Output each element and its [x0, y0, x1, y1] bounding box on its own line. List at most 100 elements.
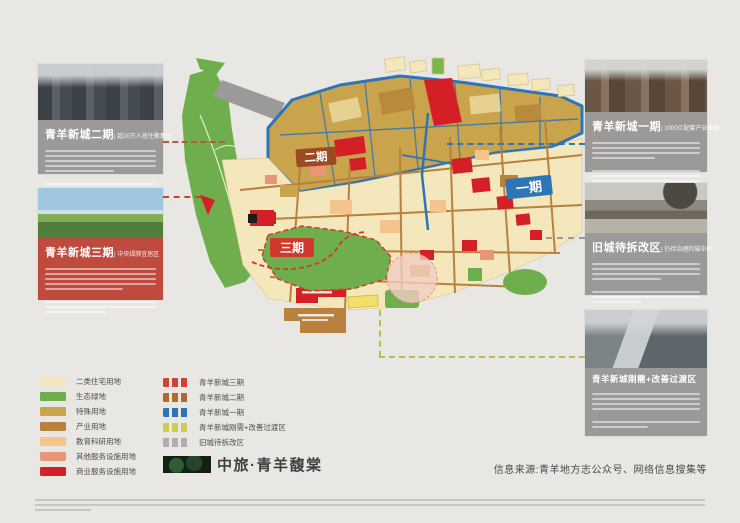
legend-landuse-row-5: 其他服务设施用地	[40, 451, 136, 461]
phase-label: 青羊新城二期	[199, 392, 244, 403]
text-line	[45, 268, 156, 270]
legend-landuse-row-1: 生态绿地	[40, 391, 106, 401]
transition-title: 青羊新城刚需+改善过渡区	[585, 368, 707, 387]
text-line	[592, 147, 700, 149]
phase2-photo	[38, 64, 163, 120]
paragraph-gap	[592, 283, 700, 288]
text-line	[592, 393, 700, 395]
phase3-body	[38, 262, 163, 324]
map-highlight-circle	[387, 253, 437, 303]
legend-landuse-row-6: 商业服务设施用地	[40, 466, 136, 476]
landuse-swatch-special	[40, 407, 66, 416]
oldtown-title: 旧城待拆改区	[592, 239, 661, 255]
text-line	[592, 278, 661, 280]
text-line	[45, 273, 156, 275]
phase3-map-label: 三期	[280, 240, 304, 255]
paragraph-gap	[592, 413, 700, 418]
legend-landuse-row-2: 特殊用地	[40, 406, 106, 416]
paragraph-gap	[592, 162, 700, 167]
text-line	[45, 301, 156, 303]
legend-landuse-row-4: 教育科研用地	[40, 436, 121, 446]
text-line	[592, 152, 700, 154]
text-line	[592, 291, 700, 293]
text-line	[592, 142, 700, 144]
source-note: 信息来源:青羊地方志公众号、网络信息搜集等	[494, 461, 707, 476]
callout-oldtown: 旧城待拆改区 | 仍待治理的城中村	[585, 183, 707, 295]
phase-swatch-2	[163, 393, 189, 402]
phase3-photo	[38, 188, 163, 238]
phase-label: 青羊新城三期	[199, 377, 244, 388]
map-industrial-parcel	[284, 308, 346, 333]
landuse-label: 生态绿地	[76, 391, 106, 402]
phase2-title: 青羊新城二期	[45, 126, 114, 142]
text-line	[45, 278, 156, 280]
text-line	[45, 288, 123, 290]
text-line	[592, 421, 700, 423]
infographic-page: 一期 二期 三期 青羊新城二期 | 超20万人居住聚集区 青羊新城三期	[0, 0, 740, 523]
landuse-swatch-residential	[40, 377, 66, 386]
landuse-swatch-green	[40, 392, 66, 401]
text-line	[45, 183, 156, 185]
phase-swatch-transition	[163, 423, 189, 432]
oldtown-subtitle: | 仍待治理的城中村	[661, 244, 712, 253]
developer-logo-text: 中旅·青羊馥棠	[217, 454, 323, 475]
landuse-label: 其他服务设施用地	[76, 451, 136, 462]
text-line	[592, 268, 700, 270]
legend-phase-row-0: 青羊新城三期	[163, 377, 244, 387]
text-line	[592, 426, 648, 428]
phase-swatch-1	[163, 408, 189, 417]
text-line	[592, 157, 655, 159]
text-line	[45, 170, 114, 172]
text-line	[592, 180, 700, 182]
callout-transition: 青羊新城刚需+改善过渡区	[585, 310, 707, 436]
planning-map: 一期 二期 三期	[170, 55, 585, 355]
phase-swatch-oldtown	[163, 438, 189, 447]
text-line	[45, 311, 106, 313]
text-line	[45, 155, 156, 157]
landuse-label: 商业服务设施用地	[76, 466, 136, 477]
connector-oldtown	[546, 237, 585, 239]
connector-transition-horizontal	[379, 356, 585, 358]
text-line	[592, 301, 641, 303]
landuse-swatch-commercial	[40, 467, 66, 476]
landuse-label: 二类住宅用地	[76, 376, 121, 387]
oldtown-body	[585, 257, 707, 314]
legend-phase-row-3: 青羊新城刚需+改善过渡区	[163, 422, 286, 432]
developer-logo-image	[163, 456, 211, 473]
landuse-label: 教育科研用地	[76, 436, 121, 447]
text-line	[592, 296, 700, 298]
text-line	[45, 283, 156, 285]
connector-phase3	[163, 196, 201, 198]
transition-photo	[585, 310, 707, 368]
phase-swatch-3	[163, 378, 189, 387]
landuse-swatch-service	[40, 452, 66, 461]
text-line	[45, 165, 156, 167]
landuse-label: 特殊用地	[76, 406, 106, 417]
phase-label: 青羊新城一期	[199, 407, 244, 418]
landuse-swatch-education	[40, 437, 66, 446]
legend-landuse-row-0: 二类住宅用地	[40, 376, 121, 386]
phase-label: 青羊新城刚需+改善过渡区	[199, 422, 286, 433]
text-line	[592, 175, 700, 177]
text-line	[592, 263, 700, 265]
text-line	[45, 160, 156, 162]
map-greenway-strip	[348, 295, 379, 308]
text-line	[592, 398, 700, 400]
phase1-title: 青羊新城一期	[592, 118, 661, 134]
legend-phase-row-4: 旧城待拆改区	[163, 437, 244, 447]
text-line	[45, 150, 156, 152]
paragraph-gap	[45, 293, 156, 298]
phase1-photo	[585, 60, 707, 112]
connector-transition-vertical	[379, 310, 381, 357]
landuse-label: 产业用地	[76, 421, 106, 432]
legend-phase-row-1: 青羊新城二期	[163, 392, 244, 402]
text-line	[45, 306, 156, 308]
text-line	[592, 273, 700, 275]
connector-phase2	[163, 141, 225, 143]
landuse-swatch-industry	[40, 422, 66, 431]
callout-phase3: 青羊新城三期 | 中央绿肺宜居区	[38, 188, 163, 300]
oldtown-photo	[585, 183, 707, 233]
transition-body	[585, 387, 707, 439]
legend-phase-row-2: 青羊新城一期	[163, 407, 244, 417]
text-line	[592, 408, 700, 410]
